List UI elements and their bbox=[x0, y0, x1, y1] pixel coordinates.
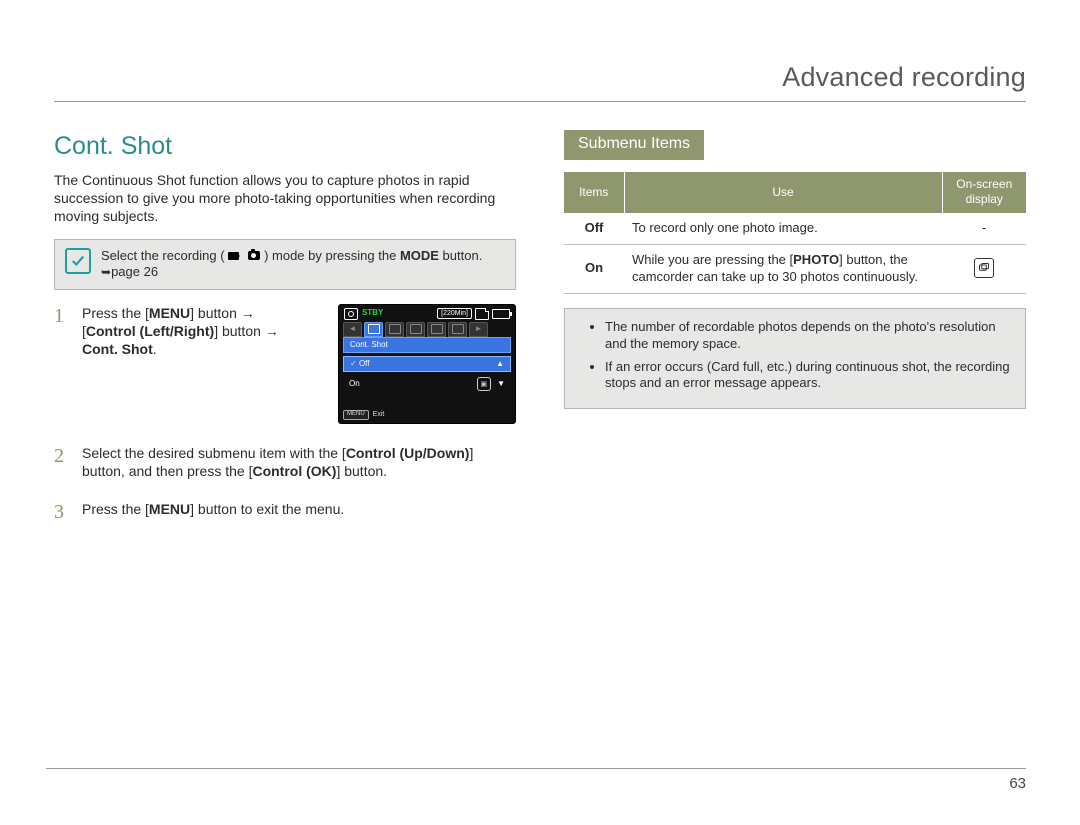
note-item: The number of recordable photos depends … bbox=[605, 319, 1013, 353]
lcd-down-arrow-icon: ▼ bbox=[497, 379, 505, 388]
cell-use-off: To record only one photo image. bbox=[624, 213, 942, 244]
cell-use-on: While you are pressing the [PHOTO] butto… bbox=[624, 244, 942, 293]
lcd-screenshot: STBY [220Min] ◄ bbox=[338, 304, 516, 424]
step-1: Press the [MENU] button → [Control (Left… bbox=[54, 304, 516, 424]
submenu-items-header: Submenu Items bbox=[564, 130, 704, 160]
col-osd: On-screen display bbox=[942, 172, 1026, 213]
step-3-text: Press the [MENU] button to exit the menu… bbox=[82, 500, 516, 518]
content-columns: Cont. Shot The Continuous Shot function … bbox=[54, 130, 1026, 542]
page-number: 63 bbox=[1009, 768, 1026, 794]
intro-paragraph: The Continuous Shot function allows you … bbox=[54, 171, 516, 226]
section-title: Cont. Shot bbox=[54, 130, 516, 163]
lcd-tab bbox=[385, 322, 404, 337]
left-column: Cont. Shot The Continuous Shot function … bbox=[54, 130, 516, 542]
lcd-up-arrow-icon: ▲ bbox=[496, 359, 504, 369]
lcd-stby-label: STBY bbox=[362, 308, 383, 318]
cell-osd-off: - bbox=[942, 213, 1026, 244]
step-2-text: Select the desired submenu item with the… bbox=[82, 444, 516, 480]
col-use: Use bbox=[624, 172, 942, 213]
lcd-card-icon bbox=[475, 308, 489, 320]
steps-list: Press the [MENU] button → [Control (Left… bbox=[54, 304, 516, 522]
step-2: Select the desired submenu item with the… bbox=[54, 444, 516, 480]
check-icon bbox=[65, 248, 91, 274]
lcd-menu-title: Cont. Shot bbox=[343, 337, 511, 353]
note-item: If an error occurs (Card full, etc.) dur… bbox=[605, 359, 1013, 393]
cell-item-off: Off bbox=[564, 213, 624, 244]
lcd-option-off: ✓ Off ▲ bbox=[343, 356, 511, 372]
page-header: Advanced recording bbox=[54, 60, 1026, 101]
lcd-tab: ◄ bbox=[343, 322, 362, 337]
lcd-time-remaining: [220Min] bbox=[437, 308, 472, 319]
precheck-callout: Select the recording ( ) mode by pressin… bbox=[54, 239, 516, 290]
notes-list: The number of recordable photos depends … bbox=[587, 319, 1013, 399]
photo-mode-icon bbox=[248, 251, 260, 260]
precheck-text: Select the recording ( ) mode by pressin… bbox=[101, 248, 505, 281]
table-row: Off To record only one photo image. - bbox=[564, 213, 1026, 244]
lcd-exit-hint: MENU Exit bbox=[343, 410, 384, 420]
lcd-cont-shot-icon: ▣ bbox=[477, 377, 491, 391]
cell-osd-on bbox=[942, 244, 1026, 293]
lcd-tab-row: ◄ ► bbox=[339, 322, 515, 337]
lcd-tab-active bbox=[364, 322, 383, 337]
notes-callout: The number of recordable photos depends … bbox=[564, 308, 1026, 410]
lcd-tab bbox=[406, 322, 425, 337]
step-1-text: Press the [MENU] button → [Control (Left… bbox=[82, 304, 320, 359]
step-3: Press the [MENU] button to exit the menu… bbox=[54, 500, 516, 522]
video-mode-icon bbox=[228, 252, 239, 260]
lcd-tab: ► bbox=[469, 322, 488, 337]
lcd-tab bbox=[448, 322, 467, 337]
cell-item-on: On bbox=[564, 244, 624, 293]
header-rule bbox=[54, 101, 1026, 102]
right-column: Submenu Items Items Use On-screen displa… bbox=[564, 130, 1026, 542]
submenu-table: Items Use On-screen display Off To recor… bbox=[564, 172, 1026, 294]
cont-shot-osd-icon bbox=[974, 258, 994, 278]
lcd-tab bbox=[427, 322, 446, 337]
col-items: Items bbox=[564, 172, 624, 213]
lcd-battery-icon bbox=[492, 309, 510, 319]
lcd-option-on: On ▣ ▼ bbox=[343, 375, 511, 393]
table-row: On While you are pressing the [PHOTO] bu… bbox=[564, 244, 1026, 293]
lcd-camera-icon bbox=[344, 308, 358, 320]
